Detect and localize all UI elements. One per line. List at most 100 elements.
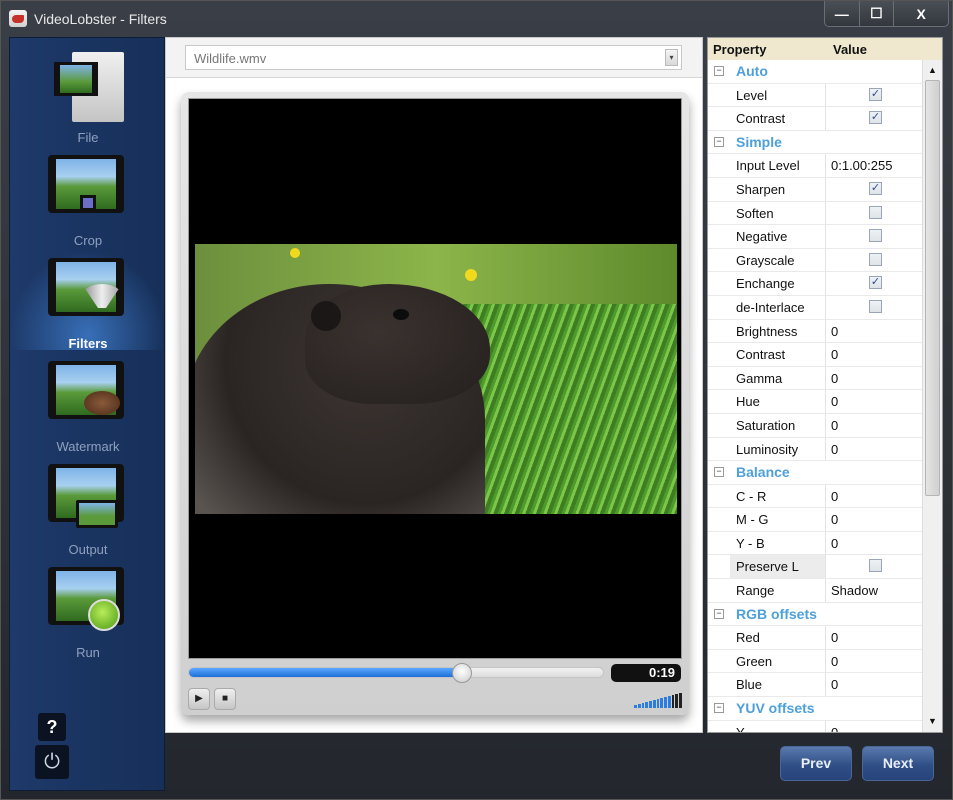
property-value-text[interactable]: 0 (831, 630, 838, 645)
property-row[interactable]: Gamma 0 (708, 366, 922, 391)
property-value-text[interactable]: 0:1.00:255 (831, 158, 892, 173)
property-value[interactable]: 0:1.00:255 (826, 154, 922, 177)
property-value[interactable] (826, 225, 922, 248)
property-category[interactable]: − Auto (708, 60, 922, 84)
property-value[interactable]: 0 (826, 650, 922, 673)
video-screen[interactable] (188, 98, 682, 659)
property-value[interactable] (826, 296, 922, 319)
file-select-dropdown[interactable]: Wildlife.wmv ▾ (185, 45, 682, 70)
collapse-icon[interactable]: − (714, 66, 724, 76)
property-row[interactable]: Range Shadow (708, 579, 922, 603)
sidebar-item-output[interactable]: Output (10, 456, 166, 557)
property-value-text[interactable]: 0 (831, 418, 838, 433)
maximize-button[interactable]: ☐ (860, 1, 895, 26)
property-value[interactable]: 0 (826, 673, 922, 696)
property-checkbox[interactable] (869, 229, 882, 243)
property-checkbox[interactable] (869, 252, 882, 266)
property-value[interactable]: 0 (826, 532, 922, 555)
property-value-text[interactable]: 0 (831, 725, 838, 732)
property-value-text[interactable]: 0 (831, 324, 838, 339)
property-row[interactable]: Green 0 (708, 649, 922, 674)
property-checkbox[interactable]: ✓ (869, 276, 882, 290)
property-value-text[interactable]: 0 (831, 347, 838, 362)
property-row[interactable]: Red 0 (708, 626, 922, 650)
sidebar-item-file[interactable]: File (10, 44, 166, 145)
property-row[interactable]: Brightness 0 (708, 319, 922, 344)
property-row[interactable]: de-Interlace (708, 295, 922, 320)
property-value[interactable]: 0 (826, 390, 922, 413)
property-value[interactable]: 0 (826, 438, 922, 461)
seek-slider[interactable] (188, 663, 604, 683)
property-row[interactable]: M - G 0 (708, 508, 922, 532)
property-category[interactable]: − Simple (708, 131, 922, 155)
power-button[interactable]: ⏻ (35, 745, 69, 779)
property-row[interactable]: Enchange ✓ (708, 272, 922, 296)
property-value[interactable]: 0 (826, 320, 922, 343)
collapse-icon[interactable]: − (714, 703, 724, 714)
close-button[interactable]: X (894, 1, 948, 26)
property-value[interactable]: 0 (826, 367, 922, 390)
property-value[interactable] (826, 555, 922, 578)
property-checkbox[interactable]: ✓ (869, 87, 882, 101)
property-row[interactable]: Preserve L (708, 555, 922, 580)
title-bar[interactable]: VideoLobster - Filters — ☐ X (1, 1, 953, 35)
property-category[interactable]: − Balance (708, 461, 922, 485)
next-button[interactable]: Next (862, 746, 934, 781)
scroll-up-icon[interactable]: ▲ (924, 62, 941, 79)
property-value[interactable]: ✓ (826, 107, 922, 130)
property-row[interactable]: Contrast ✓ (708, 107, 922, 131)
scroll-down-icon[interactable]: ▼ (924, 713, 941, 730)
sidebar-item-watermark[interactable]: Watermark (10, 353, 166, 454)
property-category[interactable]: − YUV offsets (708, 697, 922, 721)
property-row[interactable]: Y0 (708, 720, 922, 732)
property-value-text[interactable]: 0 (831, 512, 838, 527)
property-value[interactable]: ✓ (826, 178, 922, 201)
property-row[interactable]: Negative (708, 225, 922, 249)
property-value-text[interactable]: 0 (831, 489, 838, 504)
property-value[interactable]: 0 (826, 485, 922, 508)
property-value[interactable]: 0 (826, 508, 922, 531)
property-checkbox[interactable]: ✓ (869, 181, 882, 195)
property-row[interactable]: Grayscale (708, 248, 922, 273)
sidebar-item-run[interactable]: Run (10, 559, 166, 660)
seek-handle[interactable] (452, 663, 473, 683)
property-checkbox[interactable] (869, 559, 882, 573)
property-value-text[interactable]: 0 (831, 654, 838, 669)
property-value-text[interactable]: 0 (831, 677, 838, 692)
property-category[interactable]: − RGB offsets (708, 603, 922, 627)
sidebar-item-filters[interactable]: Filters (10, 250, 166, 351)
volume-slider[interactable] (634, 693, 682, 708)
property-row[interactable]: Saturation 0 (708, 413, 922, 438)
property-value[interactable]: Shadow (826, 579, 922, 602)
collapse-icon[interactable]: − (714, 467, 724, 478)
property-value[interactable] (826, 249, 922, 272)
prev-button[interactable]: Prev (780, 746, 852, 781)
property-value-text[interactable]: 0 (831, 442, 838, 457)
property-row[interactable]: Sharpen ✓ (708, 177, 922, 202)
stop-button[interactable]: ■ (214, 688, 236, 710)
property-row[interactable]: Contrast 0 (708, 343, 922, 367)
property-value[interactable]: ✓ (826, 84, 922, 107)
collapse-icon[interactable]: − (714, 608, 724, 619)
property-value[interactable]: ✓ (826, 272, 922, 295)
scroll-thumb[interactable] (925, 80, 940, 496)
play-button[interactable]: ▶ (188, 688, 210, 710)
property-value[interactable]: 0 (826, 343, 922, 366)
property-value[interactable]: 0 (826, 721, 922, 732)
property-value-text[interactable]: 0 (831, 371, 838, 386)
property-value-text[interactable]: Shadow (831, 583, 878, 598)
property-value[interactable]: 0 (826, 414, 922, 437)
property-row[interactable]: Level ✓ (708, 83, 922, 108)
property-scrollbar[interactable]: ▲ ▼ (922, 60, 942, 732)
chevron-down-icon[interactable]: ▾ (665, 49, 678, 66)
property-row[interactable]: Soften (708, 201, 922, 226)
help-button[interactable]: ? (38, 713, 66, 741)
property-row[interactable]: Input Level 0:1.00:255 (708, 154, 922, 178)
collapse-icon[interactable]: − (714, 136, 724, 147)
minimize-button[interactable]: — (825, 1, 860, 26)
property-checkbox[interactable] (869, 205, 882, 219)
sidebar-item-crop[interactable]: Crop (10, 147, 166, 248)
property-checkbox[interactable]: ✓ (869, 111, 882, 125)
property-row[interactable]: Blue 0 (708, 673, 922, 698)
property-value[interactable]: 0 (826, 626, 922, 649)
